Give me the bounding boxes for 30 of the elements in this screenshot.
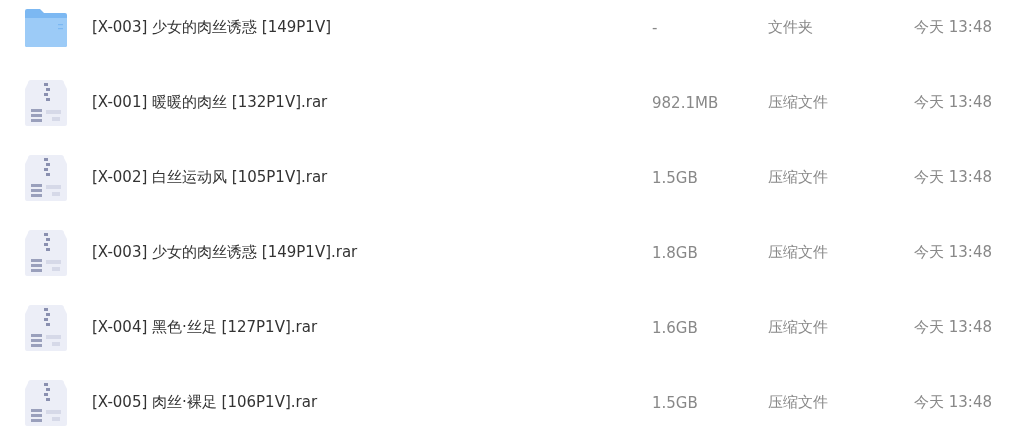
file-name[interactable]: [X-005] 肉丝·裸足 [106P1V].rar	[92, 393, 652, 412]
modified-time: 今天 13:48	[914, 168, 993, 187]
archive-icon	[24, 303, 68, 352]
file-size: 1.5GB	[652, 393, 699, 412]
modified-time: 今天 13:48	[914, 318, 993, 337]
archive-icon	[24, 228, 68, 277]
file-type: 压缩文件	[768, 168, 829, 187]
file-type: 压缩文件	[768, 93, 829, 112]
modified-time: 今天 13:48	[914, 18, 993, 37]
folder-icon	[24, 7, 68, 48]
file-size: 982.1MB	[652, 93, 720, 112]
file-size: 1.8GB	[652, 243, 699, 262]
modified-time: 今天 13:48	[914, 243, 993, 262]
file-name[interactable]: [X-002] 白丝运动风 [105P1V].rar	[92, 168, 652, 187]
file-size: 1.6GB	[652, 318, 699, 337]
file-name[interactable]: [X-003] 少女的肉丝诱惑 [149P1V]	[92, 18, 652, 37]
file-size: 1.5GB	[652, 168, 699, 187]
file-name[interactable]: [X-001] 暖暖的肉丝 [132P1V].rar	[92, 93, 652, 112]
file-type: 压缩文件	[768, 318, 829, 337]
file-type: 压缩文件	[768, 243, 829, 262]
file-size: -	[652, 18, 659, 37]
file-type: 文件夹	[768, 18, 814, 37]
file-name[interactable]: [X-003] 少女的肉丝诱惑 [149P1V].rar	[92, 243, 652, 262]
modified-time: 今天 13:48	[914, 393, 993, 412]
archive-icon	[24, 153, 68, 202]
modified-time: 今天 13:48	[914, 93, 993, 112]
file-name[interactable]: [X-004] 黑色·丝足 [127P1V].rar	[92, 318, 652, 337]
archive-icon	[24, 378, 68, 427]
file-type: 压缩文件	[768, 393, 829, 412]
archive-icon	[24, 78, 68, 127]
